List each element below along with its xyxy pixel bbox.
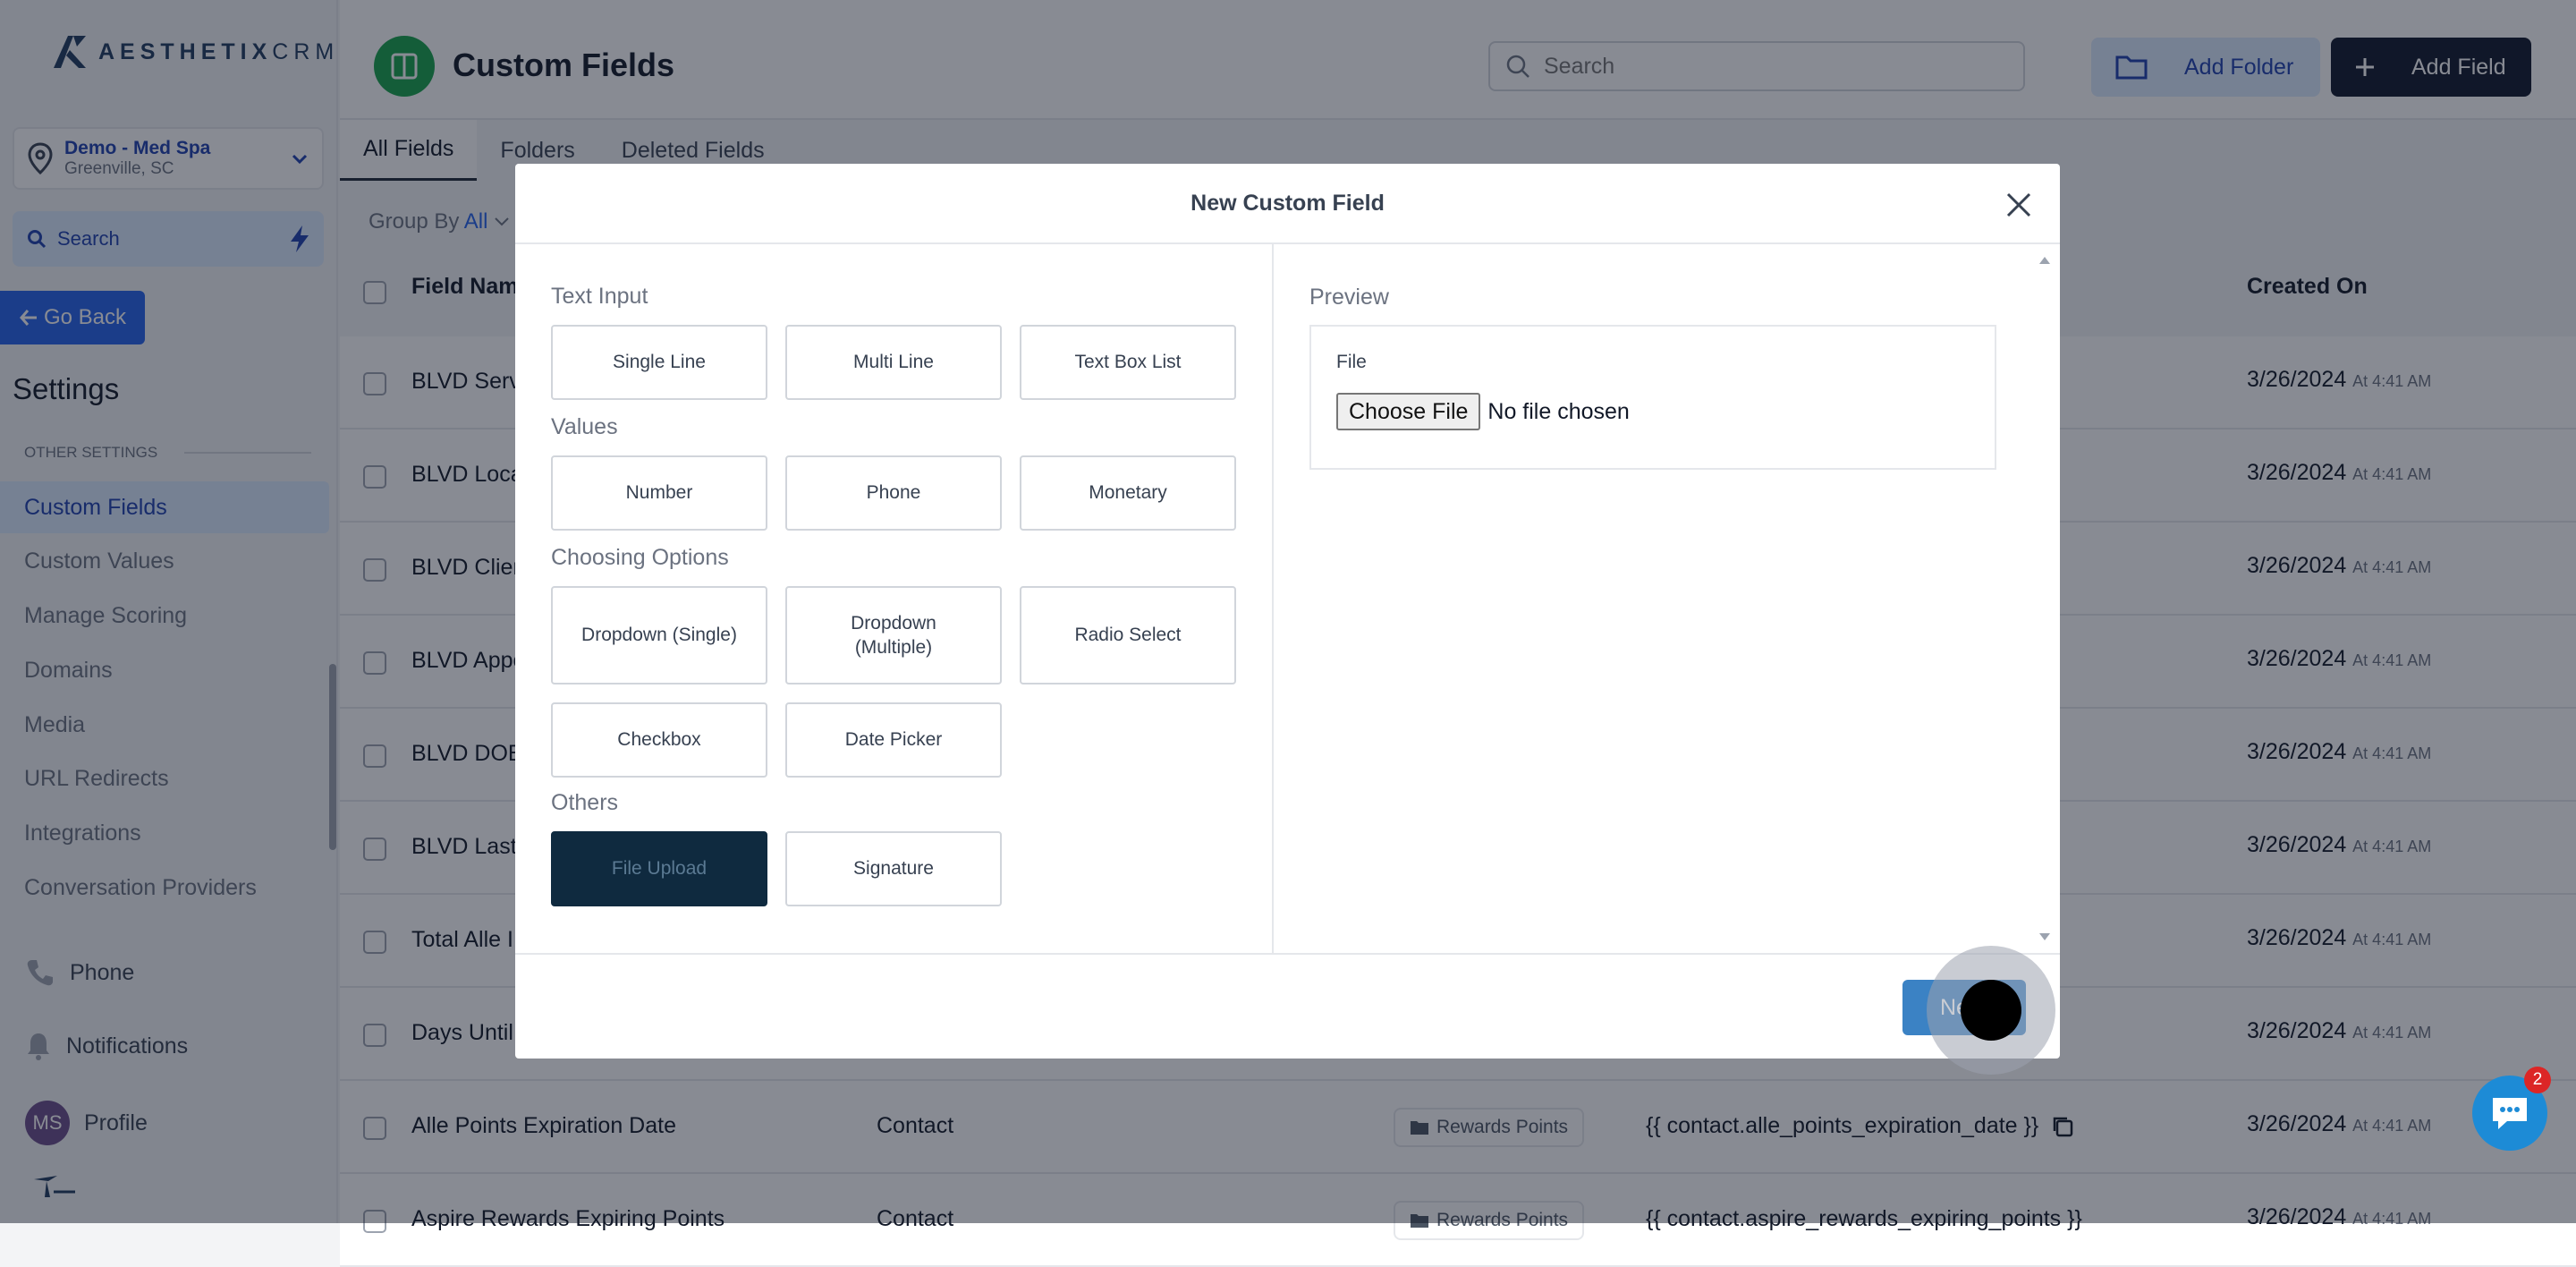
option-dropdown-multiple[interactable]: Dropdown (Multiple) bbox=[785, 586, 1002, 685]
section-text-input: Text Input bbox=[551, 284, 648, 309]
preview-label: Preview bbox=[1309, 285, 1389, 310]
file-input[interactable]: Choose File No file chosen bbox=[1336, 393, 1630, 430]
modal-title: New Custom Field bbox=[1191, 191, 1385, 216]
option-multi-line[interactable]: Multi Line bbox=[785, 325, 1002, 400]
cursor-dot bbox=[1961, 980, 2021, 1041]
option-radio-select[interactable]: Radio Select bbox=[1020, 586, 1236, 685]
preview-field-label: File bbox=[1336, 352, 1367, 372]
option-checkbox[interactable]: Checkbox bbox=[551, 702, 767, 778]
chat-notification-badge: 2 bbox=[2524, 1067, 2551, 1093]
section-choosing-options: Choosing Options bbox=[551, 545, 729, 570]
option-dropdown-single[interactable]: Dropdown (Single) bbox=[551, 586, 767, 685]
option-monetary[interactable]: Monetary bbox=[1020, 455, 1236, 531]
close-icon[interactable] bbox=[2004, 191, 2033, 219]
option-number[interactable]: Number bbox=[551, 455, 767, 531]
section-values: Values bbox=[551, 414, 618, 439]
choose-file-button[interactable]: Choose File bbox=[1336, 393, 1481, 430]
section-others: Others bbox=[551, 790, 619, 815]
chat-icon bbox=[2493, 1098, 2527, 1129]
option-single-line[interactable]: Single Line bbox=[551, 325, 767, 400]
option-text-box-list[interactable]: Text Box List bbox=[1020, 325, 1236, 400]
preview-box: File Choose File No file chosen bbox=[1309, 325, 1996, 470]
file-status: No file chosen bbox=[1487, 398, 1630, 424]
option-file-upload[interactable]: File Upload bbox=[551, 831, 767, 906]
field-type-panel: Text Input Single Line Multi Line Text B… bbox=[515, 244, 1274, 953]
modal-scrollbar[interactable] bbox=[2036, 250, 2054, 948]
option-phone[interactable]: Phone bbox=[785, 455, 1002, 531]
option-date-picker[interactable]: Date Picker bbox=[785, 702, 1002, 778]
option-signature[interactable]: Signature bbox=[785, 831, 1002, 906]
new-custom-field-modal: New Custom Field Text Input Single Line … bbox=[515, 164, 2060, 1059]
